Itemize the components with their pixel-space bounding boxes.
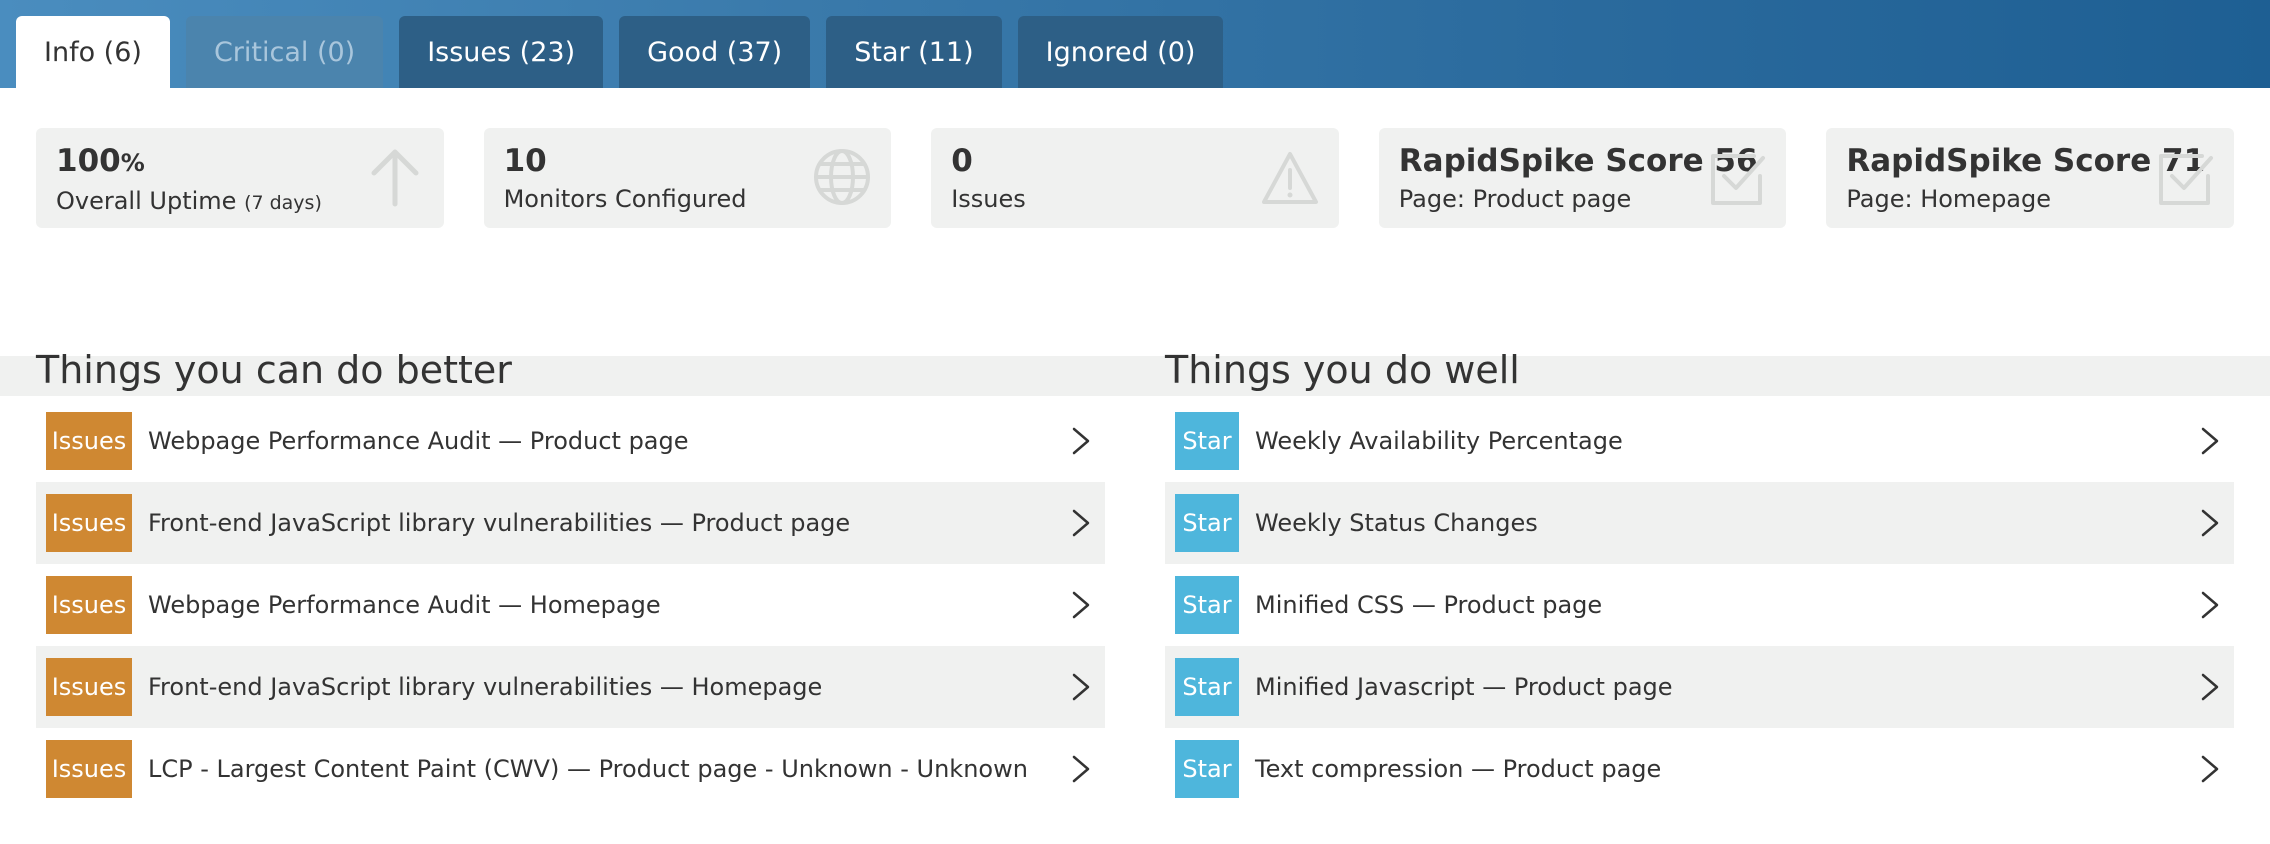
arrow-up-icon [371,149,419,207]
content-columns: Things you can do better Issues Webpage … [0,308,2270,810]
do-well-panel: Things you do well Star Weekly Availabil… [1165,308,2234,810]
tab-good[interactable]: Good (37) [619,16,811,88]
item-label: Front-end JavaScript library vulnerabili… [148,509,851,537]
do-better-panel: Things you can do better Issues Webpage … [36,308,1105,810]
star-badge: Star [1175,412,1239,470]
issues-badge: Issues [46,576,132,634]
star-badge: Star [1175,658,1239,716]
star-badge: Star [1175,494,1239,552]
list-item[interactable]: Star Weekly Status Changes [1165,482,2234,564]
stat-issues: 0 Issues [931,128,1339,228]
list-item[interactable]: Issues LCP - Largest Content Paint (CWV)… [36,728,1105,810]
stat-monitors: 10 Monitors Configured [483,128,892,228]
chevron-right-icon [1072,591,1090,619]
stat-score-homepage: RapidSpike Score 71 Page: Homepage [1826,128,2234,228]
issues-badge: Issues [46,740,132,798]
list-item[interactable]: Issues Webpage Performance Audit — Produ… [36,400,1105,482]
list-item[interactable]: Star Text compression — Product page [1165,728,2234,810]
chevron-right-icon [2201,673,2219,701]
section-title: Things you do well [1165,348,1520,392]
tab-ignored[interactable]: Ignored (0) [1017,16,1224,88]
chevron-right-icon [1072,755,1090,783]
tab-info[interactable]: Info (6) [16,16,170,88]
item-label: Front-end JavaScript library vulnerabili… [148,673,823,701]
list-item[interactable]: Issues Webpage Performance Audit — Homep… [36,564,1105,646]
item-label: Webpage Performance Audit — Product page [148,427,689,455]
chevron-right-icon [2201,427,2219,455]
chevron-right-icon [2201,509,2219,537]
list-item[interactable]: Star Weekly Availability Percentage [1165,400,2234,482]
item-label: LCP - Largest Content Paint (CWV) — Prod… [148,755,1028,783]
list-item[interactable]: Issues Front-end JavaScript library vuln… [36,646,1105,728]
checkbox-icon [1711,154,1766,205]
item-label: Minified CSS — Product page [1255,591,1603,619]
issues-badge: Issues [46,412,132,470]
warning-icon [1261,152,1318,204]
list-item[interactable]: Issues Front-end JavaScript library vuln… [36,482,1105,564]
globe-icon [814,149,871,205]
tab-critical[interactable]: Critical (0) [185,16,384,88]
tab-issues[interactable]: Issues (23) [399,16,604,88]
stat-uptime: 100% Overall Uptime (7 days) [36,128,444,228]
list-item[interactable]: Star Minified Javascript — Product page [1165,646,2234,728]
chevron-right-icon [1072,673,1090,701]
item-label: Weekly Availability Percentage [1255,427,1623,455]
chevron-right-icon [2201,755,2219,783]
issues-badge: Issues [46,494,132,552]
stats-row: 100% Overall Uptime (7 days) 10 Monitors… [0,88,2270,268]
chevron-right-icon [1072,427,1090,455]
header-bar: Info (6) Critical (0) Issues (23) Good (… [0,0,2270,88]
star-badge: Star [1175,576,1239,634]
star-badge: Star [1175,740,1239,798]
item-label: Weekly Status Changes [1255,509,1538,537]
issues-badge: Issues [46,658,132,716]
item-label: Minified Javascript — Product page [1255,673,1673,701]
item-label: Webpage Performance Audit — Homepage [148,591,661,619]
checkbox-icon [2158,154,2213,205]
section-title: Things you can do better [36,348,512,392]
item-label: Text compression — Product page [1255,755,1662,783]
stat-score-product: RapidSpike Score 56 Page: Product page [1378,128,1787,228]
tab-star[interactable]: Star (11) [826,16,1002,88]
list-item[interactable]: Star Minified CSS — Product page [1165,564,2234,646]
tab-bar: Info (6) Critical (0) Issues (23) Good (… [16,16,1224,88]
chevron-right-icon [2201,591,2219,619]
chevron-right-icon [1072,509,1090,537]
